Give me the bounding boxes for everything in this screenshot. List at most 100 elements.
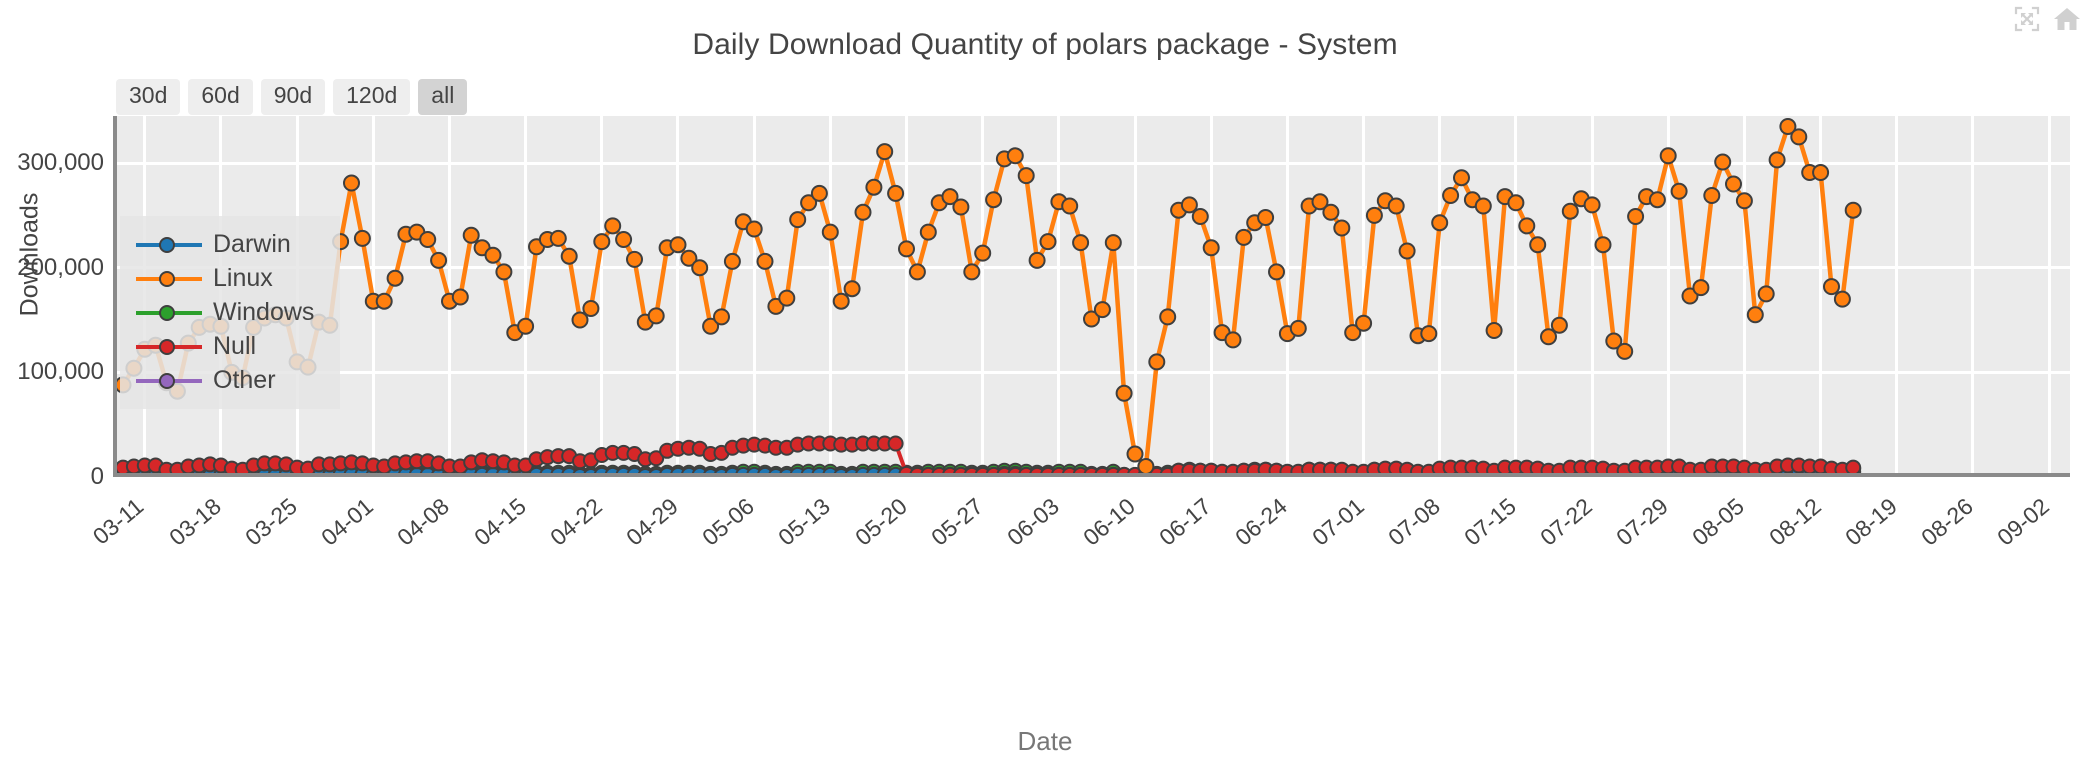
data-point[interactable] xyxy=(1191,208,1209,225)
data-point[interactable] xyxy=(1485,322,1503,339)
data-point[interactable] xyxy=(1365,206,1383,224)
data-point[interactable] xyxy=(1224,331,1242,349)
data-point[interactable] xyxy=(419,231,437,248)
data-point[interactable] xyxy=(1017,167,1035,185)
data-point[interactable] xyxy=(1126,445,1144,463)
data-point[interactable] xyxy=(985,191,1003,209)
data-point[interactable] xyxy=(462,226,480,244)
data-point[interactable] xyxy=(1594,236,1612,254)
data-point[interactable] xyxy=(1507,194,1525,212)
data-point[interactable] xyxy=(604,217,622,235)
data-point[interactable] xyxy=(832,292,850,310)
autoscale-icon[interactable] xyxy=(2012,4,2042,34)
data-point[interactable] xyxy=(1289,319,1307,337)
data-point[interactable] xyxy=(353,229,371,247)
data-point[interactable] xyxy=(908,263,926,281)
home-icon[interactable] xyxy=(2052,4,2082,34)
data-point[interactable] xyxy=(1148,353,1166,371)
data-point[interactable] xyxy=(691,259,709,277)
data-point[interactable] xyxy=(1714,153,1732,171)
data-point[interactable] xyxy=(1823,278,1840,296)
data-point[interactable] xyxy=(1725,175,1742,193)
data-point[interactable] xyxy=(375,292,393,310)
data-point[interactable] xyxy=(1235,228,1253,246)
data-point[interactable] xyxy=(756,252,774,270)
data-point[interactable] xyxy=(745,220,763,238)
data-point[interactable] xyxy=(1442,187,1460,204)
data-point[interactable] xyxy=(1093,301,1111,319)
data-point[interactable] xyxy=(1790,128,1808,146)
data-point[interactable] xyxy=(1735,192,1753,210)
data-point[interactable] xyxy=(1268,263,1285,281)
range-button-all[interactable]: all xyxy=(418,79,468,115)
data-point[interactable] xyxy=(386,269,404,287)
legend-item-null[interactable]: Null xyxy=(136,332,314,361)
range-button-30d[interactable]: 30d xyxy=(116,79,181,115)
legend-item-darwin[interactable]: Darwin xyxy=(136,230,314,259)
data-point[interactable] xyxy=(1648,191,1666,209)
data-point[interactable] xyxy=(593,233,611,251)
data-point[interactable] xyxy=(517,317,535,335)
data-point[interactable] xyxy=(1387,197,1405,215)
data-point[interactable] xyxy=(843,280,861,298)
legend-item-windows[interactable]: Windows xyxy=(136,298,314,327)
data-point[interactable] xyxy=(1137,458,1155,475)
data-point[interactable] xyxy=(1616,342,1634,360)
data-point[interactable] xyxy=(876,143,894,161)
data-point[interactable] xyxy=(1333,219,1351,237)
data-point[interactable] xyxy=(1431,214,1449,232)
data-point[interactable] xyxy=(1768,151,1786,169)
data-point[interactable] xyxy=(1627,208,1645,225)
data-point[interactable] xyxy=(821,223,839,241)
data-point[interactable] xyxy=(1692,279,1710,297)
data-point[interactable] xyxy=(1703,187,1721,204)
data-point[interactable] xyxy=(974,244,992,262)
data-point[interactable] xyxy=(1159,308,1177,326)
data-point[interactable] xyxy=(887,435,904,452)
data-point[interactable] xyxy=(1104,234,1122,252)
data-point[interactable] xyxy=(963,263,981,281)
data-point[interactable] xyxy=(582,300,600,317)
data-point[interactable] xyxy=(1072,234,1090,252)
data-point[interactable] xyxy=(1322,203,1340,221)
data-point[interactable] xyxy=(810,184,828,202)
legend-item-linux[interactable]: Linux xyxy=(136,264,314,293)
data-point[interactable] xyxy=(484,246,502,264)
data-point[interactable] xyxy=(1355,314,1373,332)
data-point[interactable] xyxy=(1061,197,1079,215)
data-point[interactable] xyxy=(1529,236,1547,254)
data-point[interactable] xyxy=(626,250,643,268)
data-point[interactable] xyxy=(560,247,578,265)
legend-item-other[interactable]: Other xyxy=(136,366,314,395)
data-point[interactable] xyxy=(1115,384,1133,402)
data-point[interactable] xyxy=(343,174,360,192)
data-point[interactable] xyxy=(854,203,872,221)
data-point[interactable] xyxy=(1583,196,1601,214)
data-point[interactable] xyxy=(1257,209,1275,226)
data-point[interactable] xyxy=(1006,147,1024,165)
data-point[interactable] xyxy=(1670,182,1688,200)
data-point[interactable] xyxy=(778,289,796,307)
data-point[interactable] xyxy=(1746,306,1764,324)
data-point[interactable] xyxy=(1202,239,1220,257)
data-point[interactable] xyxy=(1420,325,1438,343)
data-point[interactable] xyxy=(713,308,730,326)
data-point[interactable] xyxy=(1550,316,1568,334)
data-point[interactable] xyxy=(647,307,665,325)
range-button-120d[interactable]: 120d xyxy=(333,79,411,115)
data-point[interactable] xyxy=(1398,242,1416,260)
data-point[interactable] xyxy=(723,252,741,270)
data-point[interactable] xyxy=(789,211,807,229)
data-point[interactable] xyxy=(952,198,970,216)
data-point[interactable] xyxy=(1518,217,1536,235)
data-point[interactable] xyxy=(1039,233,1057,251)
range-button-90d[interactable]: 90d xyxy=(260,79,326,115)
data-point[interactable] xyxy=(898,240,915,258)
data-point[interactable] xyxy=(919,223,937,241)
data-point[interactable] xyxy=(887,184,905,202)
data-point[interactable] xyxy=(495,263,513,281)
data-point[interactable] xyxy=(1453,169,1470,187)
data-point[interactable] xyxy=(1812,164,1830,181)
data-point[interactable] xyxy=(1833,290,1851,308)
data-point[interactable] xyxy=(451,288,469,306)
